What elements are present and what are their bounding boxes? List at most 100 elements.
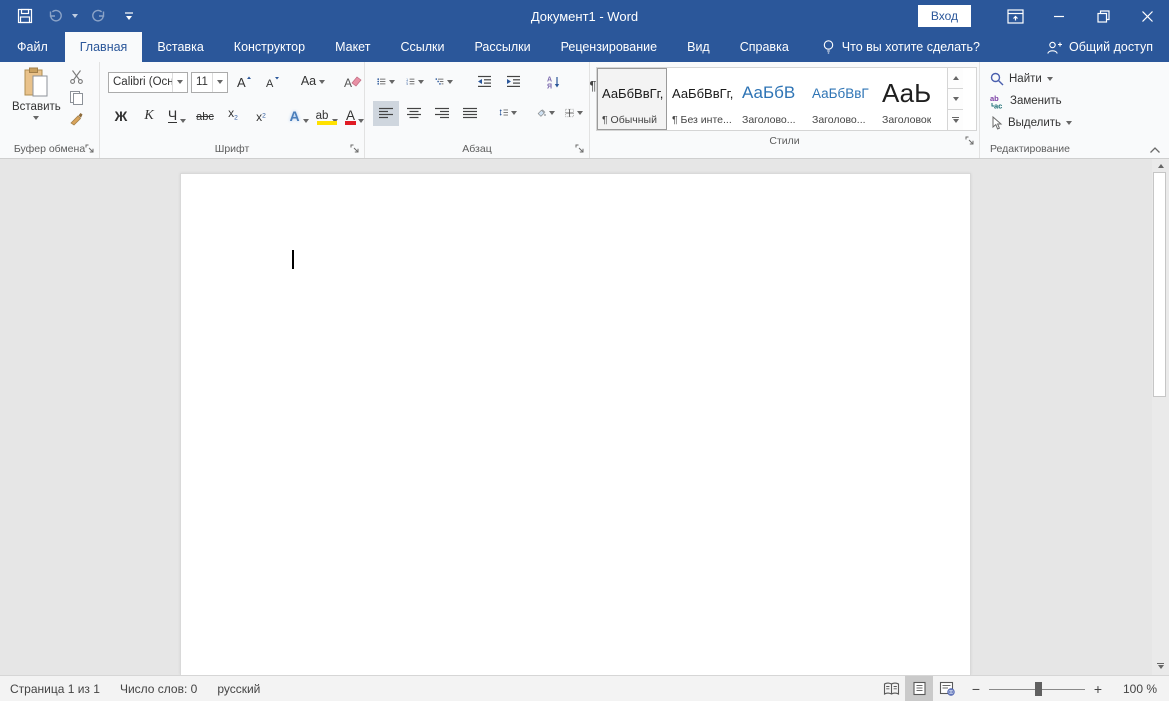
- subscript-button[interactable]: x2: [220, 101, 246, 126]
- tab-home[interactable]: Главная: [65, 32, 143, 62]
- ribbon-display-options-icon[interactable]: [993, 0, 1037, 32]
- tab-review[interactable]: Рецензирование: [546, 32, 673, 62]
- zoom-out-icon[interactable]: −: [971, 681, 981, 697]
- tab-file[interactable]: Файл: [0, 32, 65, 62]
- underline-button[interactable]: Ч: [164, 101, 190, 126]
- zoom-slider-thumb[interactable]: [1035, 682, 1042, 696]
- style-no-spacing[interactable]: АаБбВвГг, ¶ Без инте...: [667, 68, 737, 130]
- paragraph-dialog-launcher-icon[interactable]: [574, 143, 586, 155]
- style-heading2[interactable]: АаБбВвГ Заголово...: [807, 68, 877, 130]
- copy-icon[interactable]: [69, 90, 84, 105]
- redo-icon[interactable]: [86, 3, 112, 29]
- multilevel-list-button[interactable]: [431, 70, 457, 95]
- paste-button[interactable]: Вставить: [12, 67, 61, 139]
- zoom-level[interactable]: 100 %: [1113, 682, 1169, 696]
- clipboard-dialog-launcher-icon[interactable]: [84, 143, 96, 155]
- page-count[interactable]: Страница 1 из 1: [0, 676, 110, 701]
- read-mode-icon[interactable]: [877, 676, 905, 701]
- select-dropdown-icon: [1066, 121, 1072, 125]
- styles-dialog-launcher-icon[interactable]: [964, 135, 976, 147]
- sign-in-button[interactable]: Вход: [918, 5, 971, 27]
- change-case-button[interactable]: Aa: [300, 70, 326, 95]
- style-preview: АаЬ: [882, 72, 931, 114]
- text-effects-button[interactable]: А: [286, 101, 312, 126]
- styles-scroll-up-icon[interactable]: [948, 68, 963, 89]
- styles-group-label: Стили: [769, 135, 799, 147]
- borders-button[interactable]: [561, 101, 587, 126]
- format-painter-icon[interactable]: [69, 111, 84, 126]
- line-spacing-button[interactable]: [495, 101, 521, 126]
- word-count[interactable]: Число слов: 0: [110, 676, 207, 701]
- underline-dropdown-icon: [180, 119, 186, 123]
- scrollbar-thumb[interactable]: [1153, 172, 1166, 397]
- shrink-font-button[interactable]: A: [260, 70, 286, 95]
- scroll-up-icon[interactable]: [1152, 159, 1169, 172]
- shading-button[interactable]: [533, 101, 559, 126]
- save-icon[interactable]: [12, 3, 38, 29]
- grow-font-button[interactable]: A: [231, 70, 257, 95]
- italic-button[interactable]: К: [136, 101, 162, 126]
- cut-icon[interactable]: [69, 69, 84, 84]
- styles-more-icon[interactable]: [948, 110, 963, 130]
- style-title[interactable]: АаЬ Заголовок: [877, 68, 947, 130]
- font-size-combo[interactable]: 11: [191, 72, 228, 93]
- highlight-button[interactable]: ab: [314, 101, 340, 126]
- style-heading1[interactable]: АаБбВ Заголово...: [737, 68, 807, 130]
- align-center-button[interactable]: [401, 101, 427, 126]
- style-normal[interactable]: АаБбВвГг, ¶ Обычный: [597, 68, 667, 130]
- tab-layout[interactable]: Макет: [320, 32, 385, 62]
- clipboard-group-label: Буфер обмена: [14, 143, 85, 155]
- customize-qat-icon[interactable]: [116, 3, 142, 29]
- document-area[interactable]: [0, 159, 1169, 675]
- decrease-indent-button[interactable]: [471, 70, 497, 95]
- replace-label: Заменить: [1010, 95, 1062, 107]
- tab-view[interactable]: Вид: [672, 32, 725, 62]
- find-dropdown-icon: [1047, 77, 1053, 81]
- select-button[interactable]: Выделить: [990, 113, 1169, 133]
- increase-indent-button[interactable]: [500, 70, 526, 95]
- font-name-combo[interactable]: Calibri (Осн: [108, 72, 188, 93]
- styles-scroll-down-icon[interactable]: [948, 89, 963, 110]
- bold-button[interactable]: Ж: [108, 101, 134, 126]
- find-button[interactable]: Найти: [990, 69, 1169, 89]
- share-person-icon: [1046, 40, 1063, 55]
- align-left-button[interactable]: [373, 101, 399, 126]
- vertical-scrollbar[interactable]: [1152, 159, 1169, 675]
- tell-me-box[interactable]: Что вы хотите сделать?: [812, 32, 990, 62]
- share-button[interactable]: Общий доступ: [1046, 32, 1169, 62]
- tab-insert[interactable]: Вставка: [142, 32, 218, 62]
- close-icon[interactable]: [1125, 0, 1169, 32]
- language-indicator[interactable]: русский: [207, 676, 270, 701]
- tabbar-spacer: [990, 32, 1046, 62]
- font-dialog-launcher-icon[interactable]: [349, 143, 361, 155]
- undo-icon[interactable]: [42, 3, 68, 29]
- scroll-down-icon[interactable]: [1152, 659, 1169, 673]
- web-layout-icon[interactable]: [933, 676, 961, 701]
- zoom-in-icon[interactable]: +: [1093, 681, 1103, 697]
- document-page[interactable]: [180, 173, 971, 675]
- tab-design[interactable]: Конструктор: [219, 32, 320, 62]
- superscript-button[interactable]: x2: [248, 101, 274, 126]
- bullets-button[interactable]: [373, 70, 399, 95]
- font-name-dropdown-icon[interactable]: [172, 73, 187, 92]
- style-preview: АаБбВвГг,: [672, 72, 733, 114]
- numbering-button[interactable]: 123: [402, 70, 428, 95]
- replace-button[interactable]: ab ac Заменить: [990, 91, 1169, 111]
- ribbon-tab-bar: Файл Главная Вставка Конструктор Макет С…: [0, 32, 1169, 62]
- tab-mailings[interactable]: Рассылки: [459, 32, 545, 62]
- print-layout-icon[interactable]: [905, 676, 933, 701]
- restore-icon[interactable]: [1081, 0, 1125, 32]
- undo-dropdown-icon[interactable]: [72, 3, 82, 29]
- font-size-dropdown-icon[interactable]: [212, 73, 227, 92]
- sort-button[interactable]: АЯ: [540, 70, 566, 95]
- strikethrough-button[interactable]: abc: [192, 101, 218, 126]
- collapse-ribbon-icon[interactable]: [1149, 146, 1161, 154]
- align-right-button[interactable]: [429, 101, 455, 126]
- styles-gallery: АаБбВвГг, ¶ Обычный АаБбВвГг, ¶ Без инте…: [596, 67, 977, 131]
- tab-references[interactable]: Ссылки: [385, 32, 459, 62]
- zoom-slider[interactable]: [989, 682, 1085, 696]
- minimize-icon[interactable]: [1037, 0, 1081, 32]
- clear-formatting-button[interactable]: A: [340, 70, 366, 95]
- justify-button[interactable]: [457, 101, 483, 126]
- tab-help[interactable]: Справка: [725, 32, 804, 62]
